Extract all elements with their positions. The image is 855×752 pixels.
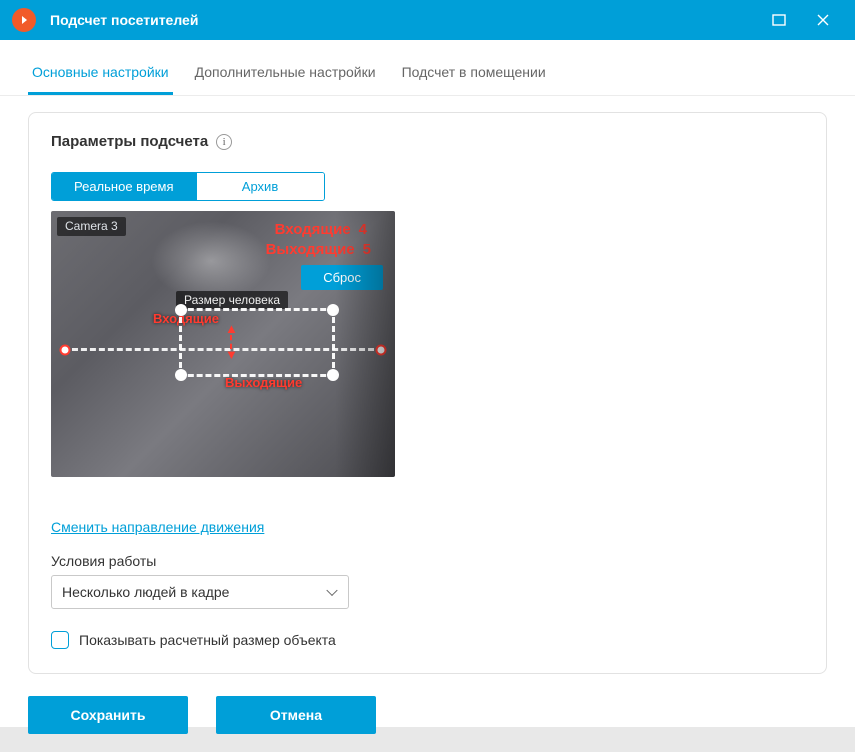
person-size-label: Размер человека — [176, 291, 288, 309]
overlay-outgoing: Выходящие 5 — [266, 241, 371, 258]
reset-button[interactable]: Сброс — [301, 265, 383, 290]
direction-arrow-icon: ▲▼ — [225, 323, 238, 361]
work-mode-value: Несколько людей в кадре — [62, 584, 229, 600]
app-window: Подсчет посетителей Основные настройки Д… — [0, 0, 855, 727]
checkbox-icon — [51, 631, 69, 649]
direction-out-label: Выходящие — [225, 375, 302, 390]
swap-direction-link[interactable]: Сменить направление движения — [51, 519, 264, 535]
overlay-outgoing-count: 5 — [363, 241, 371, 258]
size-handle-tr[interactable] — [327, 304, 339, 316]
person-size-rect[interactable] — [179, 308, 335, 377]
mode-archive[interactable]: Архив — [196, 173, 324, 200]
counting-params-card: Параметры подсчета i Реальное время Архи… — [28, 112, 827, 674]
show-size-checkbox[interactable]: Показывать расчетный размер объекта — [51, 631, 804, 649]
maximize-button[interactable] — [757, 0, 801, 40]
mode-realtime[interactable]: Реальное время — [52, 173, 196, 200]
size-handle-br[interactable] — [327, 369, 339, 381]
mode-segmented: Реальное время Архив — [51, 172, 325, 201]
overlay-incoming-count: 4 — [359, 221, 367, 238]
tab-bar: Основные настройки Дополнительные настро… — [0, 40, 855, 96]
cancel-button[interactable]: Отмена — [216, 696, 376, 734]
save-button[interactable]: Сохранить — [28, 696, 188, 734]
close-button[interactable] — [801, 0, 845, 40]
overlay-incoming-label: Входящие — [275, 221, 351, 238]
window-title: Подсчет посетителей — [50, 12, 757, 28]
line-handle-right[interactable] — [376, 345, 387, 356]
card-title: Параметры подсчета — [51, 133, 208, 150]
show-size-label: Показывать расчетный размер объекта — [79, 632, 336, 648]
app-logo-icon — [12, 8, 36, 32]
titlebar: Подсчет посетителей — [0, 0, 855, 40]
content: Параметры подсчета i Реальное время Архи… — [0, 96, 855, 752]
line-handle-left[interactable] — [60, 345, 71, 356]
card-header: Параметры подсчета i — [51, 133, 804, 150]
overlay-incoming: Входящие 4 — [275, 221, 367, 238]
work-mode-label: Условия работы — [51, 553, 804, 569]
size-handle-tl[interactable] — [175, 304, 187, 316]
camera-label: Camera 3 — [57, 217, 126, 236]
info-icon[interactable]: i — [216, 134, 232, 150]
action-buttons: Сохранить Отмена — [28, 696, 827, 734]
work-mode-select[interactable]: Несколько людей в кадре — [51, 575, 349, 609]
size-handle-bl[interactable] — [175, 369, 187, 381]
video-preview[interactable]: Camera 3 Входящие 4 Выходящие 5 Сброс Разм… — [51, 211, 395, 477]
tab-room-counting[interactable]: Подсчет в помещении — [398, 58, 550, 95]
overlay-outgoing-label: Выходящие — [266, 241, 355, 258]
tab-extra-settings[interactable]: Дополнительные настройки — [191, 58, 380, 95]
tab-main-settings[interactable]: Основные настройки — [28, 58, 173, 95]
